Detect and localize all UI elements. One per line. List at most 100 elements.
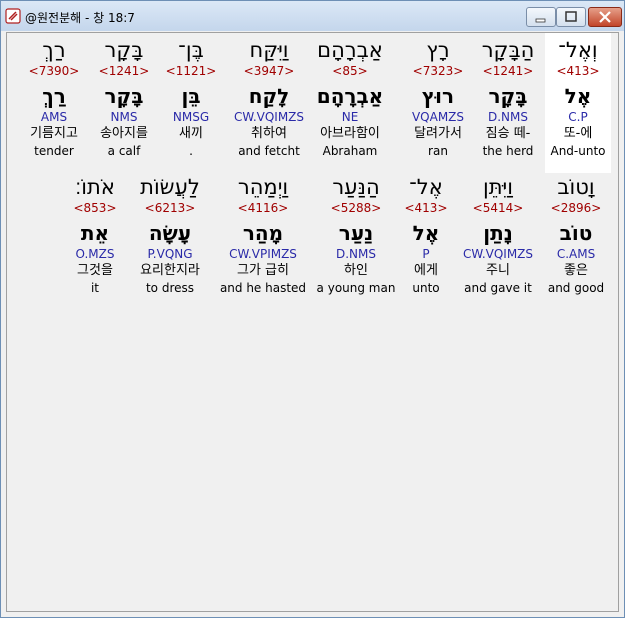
morphology-code: AMS [40,110,68,124]
english-gloss: ran [428,144,448,158]
morphology-code: NMS [110,110,138,124]
korean-gloss: 요리한지라 [140,263,200,278]
english-gloss: it [90,281,100,295]
hebrew-word: וַיִּתֵּן [483,175,513,199]
hebrew-lemma: נַעַר [338,221,374,245]
hebrew-lemma: טוֹב [559,221,593,245]
hebrew-word: וַיִּקַּח [249,38,289,62]
word-cell[interactable]: לַעֲשׂוֹת <6213> עָשָׂה P.VQNG 요리한지라 to dress [128,174,212,296]
maximize-icon [565,11,577,22]
hebrew-word: וָטוֹב [557,175,595,199]
strong-number: <1121> [165,64,217,78]
english-gloss: and good [547,281,605,295]
word-cell[interactable]: בָּקָר <1241> בָּקָר NMS 송아지를 a calf [89,37,159,159]
morphology-code: P.VQNG [147,247,193,261]
strong-number: <6213> [144,201,196,215]
hebrew-lemma: בָּקָר [104,84,144,108]
morphology-code: VQAMZS [411,110,465,124]
minimize-button[interactable] [526,7,556,27]
word-cell[interactable]: אַבְרָהָם <85> אַבְרָהָם NE 아브라함이 Abraham [307,37,393,159]
strong-number: <1241> [98,64,150,78]
hebrew-lemma: אַבְרָהָם [316,84,384,108]
app-icon [5,8,21,24]
hebrew-word: אֹתוֹ׃ [75,175,115,199]
strong-number: <7390> [28,64,80,78]
hebrew-word: אֶל־ [409,175,443,199]
strong-number: <5414> [472,201,524,215]
hebrew-lemma: לָקַח [248,84,290,108]
close-icon [599,11,611,23]
word-cell[interactable]: וַיְמַהֵר <4116> מָהַר CW.VPIMZS 그가 급히 and he… [218,174,308,296]
morphology-code: CW.VQIMZS [462,247,534,261]
hebrew-lemma: עָשָׂה [148,221,192,245]
english-gloss: a calf [107,144,141,158]
korean-gloss: 취하여 [251,126,287,141]
word-cell[interactable]: וְאֶל־ <413> אֶל C.P 또-에 And-unto [545,33,611,173]
morphology-code: CW.VPIMZS [229,247,297,261]
word-cell[interactable]: רָץ <7323> רוּץ VQAMZS 달려가서 ran [403,37,473,159]
strong-number: <853> [73,201,117,215]
hebrew-lemma: רוּץ [421,84,455,108]
hebrew-lemma: אֶל [564,84,592,108]
word-cell[interactable]: אֶל־ <413> אֶל P 에게 unto [396,174,456,296]
hebrew-word: רַךְ [42,38,66,62]
korean-gloss: 달려가서 [414,126,462,141]
english-gloss: and fetcht [238,144,300,158]
english-gloss: a young man [316,281,396,295]
korean-gloss: 그것을 [77,263,113,278]
word-cell[interactable]: הַבָּקָר <1241> בָּקָר D.NMS 짐승 떼-the herd [473,37,543,159]
english-gloss: tender [34,144,74,158]
minimize-icon [535,18,546,23]
korean-gloss: 그가 급히 [237,263,289,278]
korean-gloss: 에게 [414,263,438,278]
morphology-code: P [422,247,430,261]
english-gloss: Abraham [322,144,378,158]
morphology-code: D.NMS [335,247,376,261]
parsing-view: וְאֶל־ <413> אֶל C.P 또-에 And-unto הַבָּקָר <124… [6,32,619,612]
word-cell[interactable]: הַנַּעַר <5288> נַעַר D.NMS 하인 a young man [313,174,399,296]
hebrew-lemma: נָתַן [483,221,513,245]
strong-number: <413> [556,64,600,78]
word-cell[interactable]: בֶּן־ <1121> בֵּן NMSG 새끼. [160,37,222,159]
hebrew-word: בָּקָר [104,38,144,62]
morphology-code: C.P [568,110,588,124]
korean-gloss: 새끼 [179,126,203,141]
hebrew-word: הַנַּעַר [332,175,380,199]
word-cell[interactable]: אֹתוֹ׃ <853> אֵת O.MZS 그것을 it [65,174,125,296]
morphology-code: O.MZS [75,247,115,261]
strong-number: <1241> [482,64,534,78]
title-bar[interactable]: @원전분해 - 창 18:7 [1,1,624,31]
close-button[interactable] [588,7,622,27]
word-cell[interactable]: וַיִּקַּח <3947> לָקַח CW.VQIMZS 취하여 and fetc… [226,37,312,159]
korean-gloss: 송아지를 [100,126,148,141]
hebrew-word: וְאֶל־ [558,38,598,62]
korean-gloss: 주니 [486,263,510,278]
english-gloss: and gave it [464,281,532,295]
morphology-code: CW.VQIMZS [233,110,305,124]
hebrew-lemma: מָהַר [242,221,284,245]
korean-gloss: 좋은 [564,263,588,278]
word-cell[interactable]: רַךְ <7390> רַךְ AMS 기름지고 tender [21,37,87,159]
strong-number: <413> [404,201,448,215]
english-gloss: the herd [482,144,534,158]
hebrew-word: לַעֲשׂוֹת [140,175,200,199]
hebrew-lemma: בָּקָר [488,84,528,108]
morphology-code: D.NMS [487,110,528,124]
strong-number: <3947> [243,64,295,78]
hebrew-lemma: אֵת [80,221,110,245]
english-gloss: And-unto [550,144,606,158]
word-cell[interactable]: וַיִּתֵּן <5414> נָתַן CW.VQIMZS 주니 and gave … [458,174,538,296]
morphology-code: C.AMS [556,247,596,261]
hebrew-word: אַבְרָהָם [317,38,383,62]
hebrew-lemma: בֵּן [181,84,201,108]
hebrew-lemma: אֶל [412,221,440,245]
word-cell[interactable]: וָטוֹב <2896> טוֹב C.AMS 좋은 and good [543,174,609,296]
english-gloss: unto [412,281,440,295]
hebrew-word: הַבָּקָר [481,38,535,62]
english-gloss: to dress [145,281,195,295]
morphology-code: NE [341,110,359,124]
morphology-code: NMSG [172,110,210,124]
strong-number: <2896> [550,201,602,215]
english-gloss: and he hasted [219,281,307,295]
maximize-button[interactable] [556,7,586,27]
